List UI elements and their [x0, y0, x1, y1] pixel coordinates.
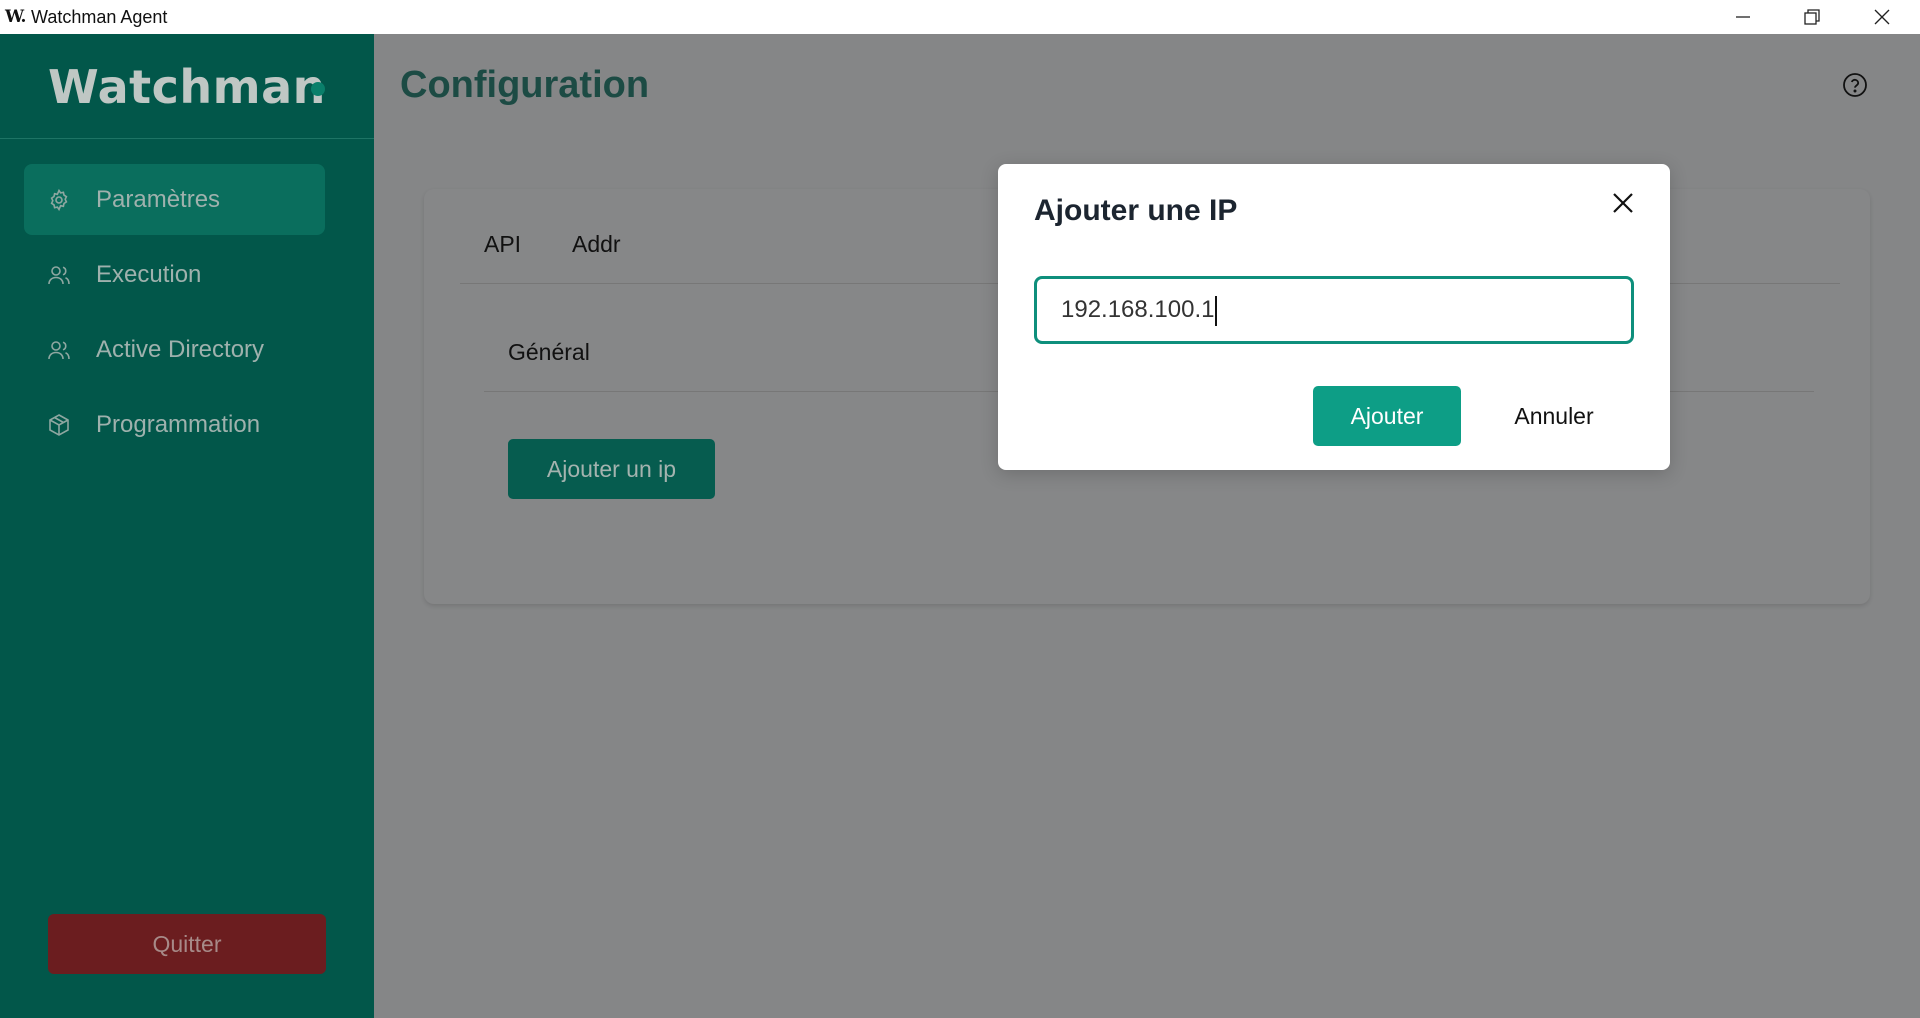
quit-button[interactable]: Quitter: [48, 914, 326, 974]
minimize-button[interactable]: [1709, 0, 1777, 34]
sidebar-item-label: Active Directory: [96, 336, 265, 363]
sidebar-item-parametres[interactable]: Paramètres: [24, 164, 325, 235]
gear-icon: [47, 188, 71, 212]
cancel-button[interactable]: Annuler: [1494, 386, 1614, 446]
text-cursor: [1215, 296, 1217, 326]
users-icon: [47, 263, 71, 287]
watchman-logo: Watchman: [48, 60, 326, 114]
tab-api[interactable]: API: [484, 231, 521, 258]
add-ip-button[interactable]: Ajouter un ip: [508, 439, 715, 499]
cube-icon: [47, 413, 71, 437]
sidebar-item-execution[interactable]: Execution: [24, 239, 325, 310]
restore-button[interactable]: [1778, 0, 1846, 34]
dialog-title: Ajouter une IP: [1034, 194, 1238, 227]
logo-dot: [311, 82, 325, 96]
sidebar-item-label: Execution: [96, 261, 202, 288]
tab-addresses[interactable]: Addr: [572, 231, 621, 258]
main-content: Configuration API Addr Général Ajouter u…: [374, 34, 1920, 1018]
users-icon: [47, 338, 71, 362]
minimize-icon: [1736, 16, 1750, 18]
page-title: Configuration: [400, 64, 650, 106]
sidebar-divider: [0, 138, 374, 139]
sidebar-item-label: Paramètres: [96, 186, 221, 213]
window-title: Watchman Agent: [31, 7, 168, 27]
sidebar: Watchman Paramètres Execution Active Dir…: [0, 34, 374, 1018]
help-icon[interactable]: [1842, 72, 1868, 98]
close-icon: [1874, 9, 1890, 25]
ip-address-input[interactable]: [1034, 276, 1634, 344]
app-logo-icon: W.: [5, 7, 26, 27]
sidebar-item-active-directory[interactable]: Active Directory: [24, 314, 325, 385]
add-ip-dialog: Ajouter une IP Ajouter Annuler: [998, 164, 1670, 470]
sidebar-item-label: Programmation: [96, 411, 261, 438]
dialog-close-button[interactable]: [1608, 188, 1638, 218]
close-icon: [1613, 193, 1633, 213]
sidebar-item-programmation[interactable]: Programmation: [24, 389, 325, 460]
subtab-general[interactable]: Général: [508, 339, 590, 366]
restore-icon: [1804, 9, 1820, 25]
confirm-add-button[interactable]: Ajouter: [1313, 386, 1461, 446]
close-window-button[interactable]: [1848, 0, 1916, 34]
window-titlebar: W. Watchman Agent: [0, 0, 1920, 34]
